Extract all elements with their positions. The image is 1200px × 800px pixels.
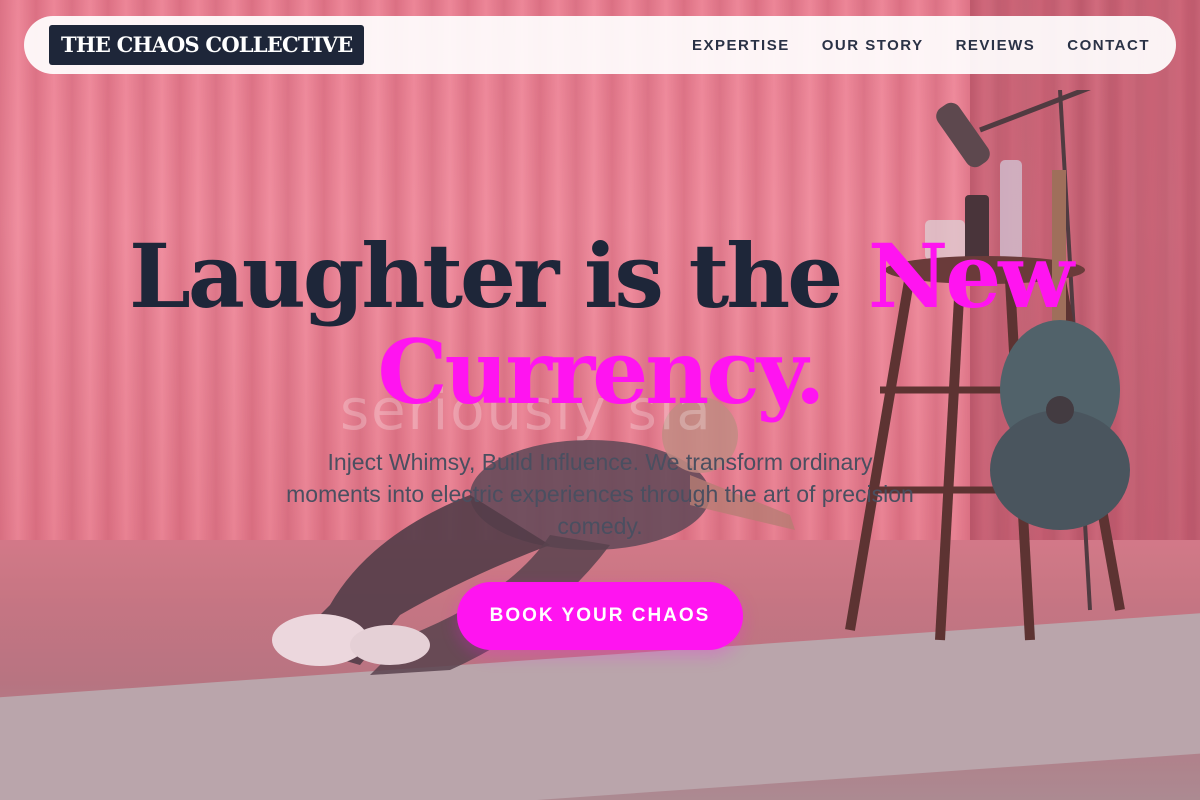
headline-main-text: Laughter is the: [128, 224, 868, 328]
nav-link-reviews[interactable]: REVIEWS: [956, 37, 1036, 54]
nav-links: EXPERTISE OUR STORY REVIEWS CONTACT: [692, 37, 1150, 54]
nav-link-contact[interactable]: CONTACT: [1067, 37, 1150, 54]
nav-link-our-story[interactable]: OUR STORY: [822, 37, 924, 54]
nav-link-expertise[interactable]: EXPERTISE: [692, 37, 790, 54]
brand-logo[interactable]: THE CHAOS COLLECTIVE: [49, 25, 365, 65]
hero-subtext: Inject Whimsy, Build Influence. We trans…: [286, 449, 914, 539]
hero-headline: Laughter is the New Currency.: [0, 228, 1200, 420]
hero-section: THE CHAOS COLLECTIVE EXPERTISE OUR STORY…: [0, 0, 1200, 800]
top-navbar: THE CHAOS COLLECTIVE EXPERTISE OUR STORY…: [24, 16, 1176, 74]
book-your-chaos-button[interactable]: BOOK YOUR CHAOS: [457, 582, 743, 650]
